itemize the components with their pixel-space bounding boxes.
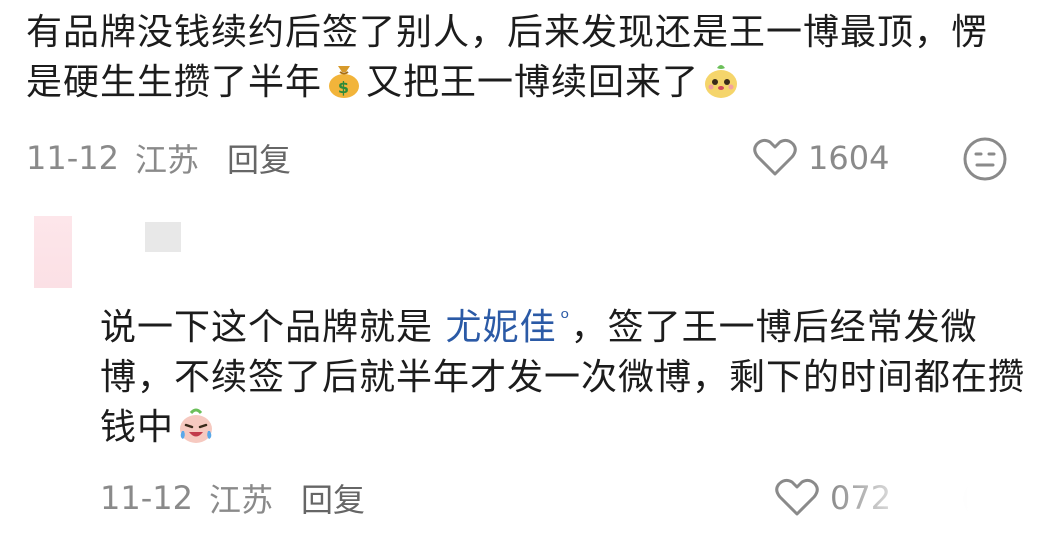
comment-1-like-count: 1604 <box>808 139 890 177</box>
like-heart-icon[interactable] <box>774 478 820 518</box>
search-icon[interactable]: ᵒ <box>560 306 570 331</box>
comment-1-text: 有品牌没钱续约后签了别人，后来发现还是王一博最顶，愣是硬生生攒了半年 $ 又把王… <box>26 8 1016 108</box>
comment-2-date: 11-12 <box>100 479 193 517</box>
comment-1-text-part2: 又把王一博续回来了 <box>366 62 700 103</box>
svg-text:$: $ <box>338 78 350 97</box>
comment-1-actions: 1604 <box>752 134 889 182</box>
brand-link[interactable]: 尤妮佳 <box>445 307 556 348</box>
cute-dog-sticker <box>705 65 738 98</box>
comment-1-emoji-reaction-icon[interactable] <box>962 136 1008 182</box>
comment-2-location: 江苏 <box>208 481 273 519</box>
comment-thread: 有品牌没钱续约后签了别人，后来发现还是王一博最顶，愣是硬生生攒了半年 $ 又把王… <box>0 0 1062 534</box>
like-heart-icon[interactable] <box>752 138 798 178</box>
comment-2-reply-button[interactable]: 回复 <box>301 475 365 521</box>
reply-username[interactable] <box>145 222 181 252</box>
comment-1-date: 11-12 <box>26 139 119 177</box>
reply-avatar[interactable] <box>34 216 72 288</box>
crying-laughing-sticker <box>180 408 213 443</box>
comment-2-text-prefix: 说一下这个品牌就是 <box>100 307 434 348</box>
money-bag-icon: $ <box>329 66 360 98</box>
comment-1-location: 江苏 <box>134 141 199 179</box>
comment-1-meta: 11-12 江苏 回复 <box>26 135 291 181</box>
bottom-right-fade-overlay <box>830 470 1062 534</box>
comment-1-reply-button[interactable]: 回复 <box>227 135 291 181</box>
comment-2-text: 说一下这个品牌就是 尤妮佳 ᵒ，签了王一博后经常发微博，不续签了后就半年才发一次微… <box>100 294 1040 453</box>
comment-2-meta: 11-12 江苏 回复 <box>100 475 365 521</box>
